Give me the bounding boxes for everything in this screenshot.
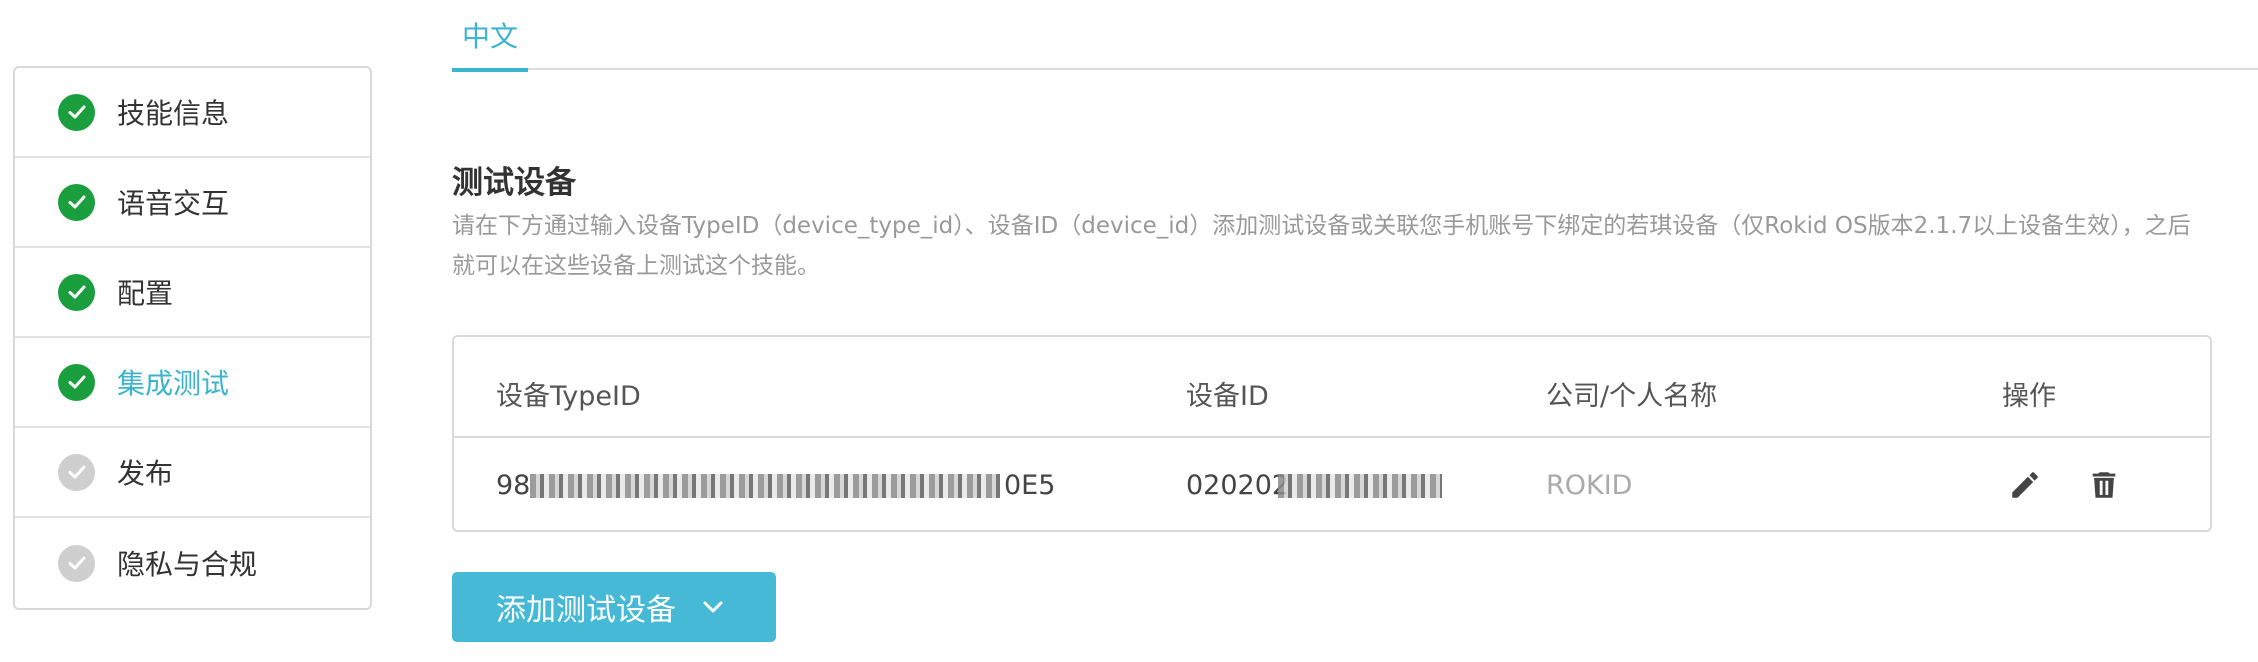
- check-circle-icon: [58, 183, 95, 221]
- column-header-type-id: 设备TypeID: [496, 381, 641, 412]
- column-header-actions: 操作: [2002, 381, 2056, 412]
- add-test-device-button[interactable]: 添加测试设备: [452, 572, 776, 642]
- step-label: 发布: [117, 457, 174, 490]
- cell-device-id: 020202: [1186, 470, 1442, 501]
- redaction-mask: [530, 474, 1000, 498]
- masked-type-id: 98 0E5: [496, 470, 1055, 501]
- step-publish[interactable]: 发布: [15, 428, 370, 518]
- page: 技能信息 语音交互 配置 集成测试 发布 隐私与合规 中文 测试设备 请在下方通…: [0, 0, 2258, 662]
- check-circle-icon: [58, 93, 95, 131]
- steps-sidebar: 技能信息 语音交互 配置 集成测试 发布 隐私与合规: [13, 66, 372, 610]
- check-circle-icon: [58, 363, 95, 401]
- delete-icon[interactable]: [2086, 465, 2122, 505]
- edit-icon[interactable]: [2007, 465, 2043, 505]
- column-header-company: 公司/个人名称: [1546, 381, 1718, 412]
- type-id-suffix: 0E5: [1004, 470, 1056, 501]
- type-id-prefix: 98: [496, 470, 531, 501]
- step-privacy-compliance[interactable]: 隐私与合规: [15, 518, 370, 608]
- tab-chinese[interactable]: 中文: [452, 0, 528, 72]
- check-circle-icon: [58, 453, 95, 491]
- cell-company: ROKID: [1546, 470, 1633, 501]
- language-tabbar: 中文: [452, 0, 2258, 72]
- device-id-prefix: 020202: [1186, 470, 1290, 501]
- step-label: 隐私与合规: [117, 548, 258, 581]
- test-device-table: 设备TypeID 设备ID 公司/个人名称 操作 98 0E5 020202 R…: [452, 335, 2212, 532]
- table-header: 设备TypeID 设备ID 公司/个人名称 操作: [454, 337, 2210, 438]
- step-label: 集成测试: [117, 367, 230, 400]
- step-label: 配置: [117, 277, 174, 310]
- chevron-down-icon: [702, 600, 724, 614]
- column-header-device-id: 设备ID: [1186, 381, 1269, 412]
- section-description: 请在下方通过输入设备TypeID（device_type_id）、设备ID（de…: [452, 213, 2191, 279]
- step-config[interactable]: 配置: [15, 248, 370, 338]
- step-skill-info[interactable]: 技能信息: [15, 68, 370, 158]
- step-label: 技能信息: [117, 97, 230, 130]
- add-test-device-label: 添加测试设备: [496, 593, 676, 628]
- check-circle-icon: [58, 273, 95, 311]
- step-integration-test[interactable]: 集成测试: [15, 338, 370, 428]
- check-circle-icon: [58, 544, 95, 582]
- cell-type-id: 98 0E5: [496, 470, 1055, 501]
- masked-device-id: 020202: [1186, 470, 1442, 501]
- redaction-mask: [1278, 474, 1442, 498]
- step-voice-interaction[interactable]: 语音交互: [15, 158, 370, 248]
- section-title: 测试设备: [452, 165, 576, 201]
- step-label: 语音交互: [117, 187, 230, 220]
